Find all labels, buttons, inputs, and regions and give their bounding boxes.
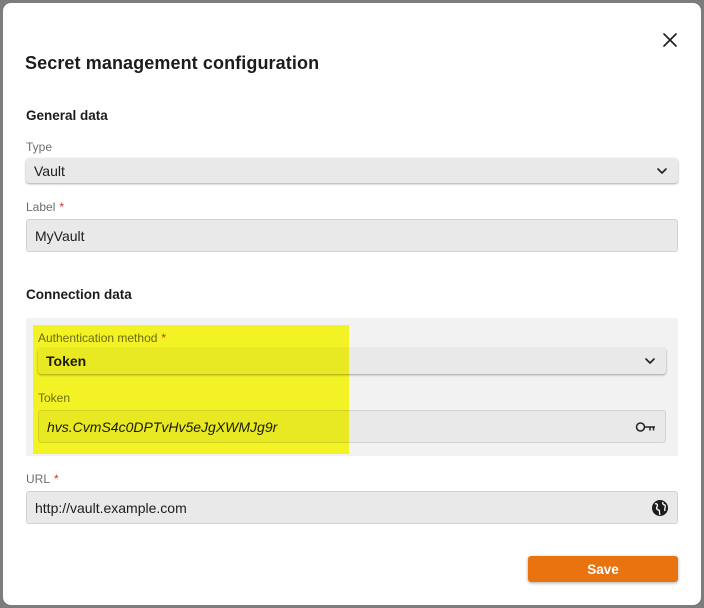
label-input-value: MyVault: [35, 227, 85, 244]
required-mark: *: [54, 472, 59, 486]
auth-method-label: Authentication method *: [38, 331, 166, 345]
chevron-down-icon: [657, 167, 667, 174]
globe-icon[interactable]: [651, 499, 669, 517]
token-input-value: hvs.CvmS4c0DPTvHv5eJgXWMJg9r: [47, 418, 278, 435]
key-icon[interactable]: [635, 420, 657, 434]
url-label: URL *: [26, 472, 59, 486]
url-label-text: URL: [26, 472, 51, 486]
close-button[interactable]: [659, 29, 681, 51]
type-select[interactable]: Vault: [26, 158, 678, 183]
general-data-heading: General data: [26, 108, 108, 123]
connection-data-heading: Connection data: [26, 287, 132, 302]
secret-management-dialog: Secret management configuration General …: [3, 3, 701, 605]
url-input[interactable]: http://vault.example.com: [26, 491, 678, 524]
token-label: Token: [38, 391, 71, 405]
label-field-label: Label *: [26, 200, 64, 214]
url-input-value: http://vault.example.com: [35, 499, 187, 516]
save-button[interactable]: Save: [528, 556, 678, 582]
chevron-down-icon: [645, 358, 655, 364]
type-select-value: Vault: [34, 162, 65, 179]
type-label: Type: [26, 140, 53, 154]
close-icon: [663, 33, 677, 47]
dialog-title: Secret management configuration: [25, 53, 320, 73]
required-mark: *: [161, 331, 167, 345]
token-input[interactable]: hvs.CvmS4c0DPTvHv5eJgXWMJg9r: [38, 410, 666, 443]
label-input[interactable]: MyVault: [26, 219, 678, 252]
auth-method-select-value: Token: [46, 353, 87, 369]
required-mark: *: [59, 200, 65, 214]
auth-method-label-text: Authentication method: [38, 331, 158, 345]
auth-method-select[interactable]: Token: [38, 348, 666, 374]
label-field-label-text: Label: [26, 200, 56, 214]
